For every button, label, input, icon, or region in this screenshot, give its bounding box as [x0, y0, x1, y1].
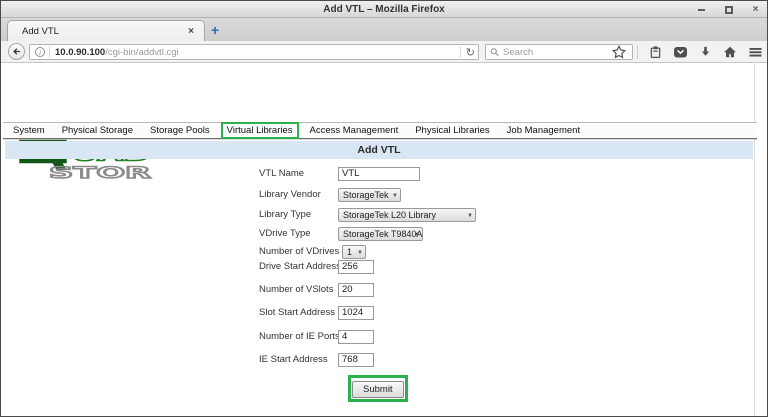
tab-strip: Add VTL × + — [1, 18, 767, 41]
logo-word-stor: STOR — [49, 163, 151, 180]
field-label: Drive Start Address — [259, 261, 341, 272]
navigation-toolbar: i 10.0.90.100 /cgi-bin/addvtl.cgi ↻ — [1, 41, 767, 63]
url-bar[interactable]: i 10.0.90.100 /cgi-bin/addvtl.cgi ↻ — [29, 44, 479, 60]
menu-item-system[interactable]: System — [13, 125, 45, 136]
form-row: Slot Start Address — [259, 305, 374, 320]
chevron-down-icon: ▼ — [392, 192, 398, 199]
field-label: Number of VDrives — [259, 246, 340, 257]
download-icon[interactable] — [699, 45, 712, 59]
library-type-select[interactable]: StorageTek L20 Library ▼ — [338, 207, 476, 222]
field-label: VTL Name — [259, 168, 305, 179]
menu-item-storage-pools[interactable]: Storage Pools — [150, 125, 210, 136]
form-row: VDrive Type StorageTek T9840A ▼ — [259, 226, 423, 241]
form-row: IE Start Address — [259, 352, 374, 367]
field-label: Number of VSlots — [259, 284, 334, 295]
form-row: Library Type StorageTek L20 Library ▼ — [259, 207, 476, 222]
back-button[interactable] — [8, 43, 25, 60]
close-icon[interactable]: × — [750, 4, 761, 15]
search-input[interactable] — [503, 46, 628, 58]
form-row: Number of IE Ports — [259, 329, 374, 344]
field-label: VDrive Type — [259, 228, 311, 239]
search-icon — [490, 48, 499, 57]
page-header: Add VTL — [5, 141, 753, 159]
url-path: /cgi-bin/addvtl.cgi — [105, 46, 179, 58]
chevron-down-icon: ▼ — [467, 212, 473, 219]
vdrive-type-select[interactable]: StorageTek T9840A ▼ — [338, 226, 423, 241]
field-label: IE Start Address — [259, 354, 328, 365]
menu-item-job-management[interactable]: Job Management — [507, 125, 580, 136]
pocket-icon[interactable] — [673, 45, 688, 59]
page-title: Add VTL — [357, 144, 401, 156]
form-row: Number of VSlots — [259, 282, 374, 297]
maximize-icon[interactable] — [723, 4, 734, 15]
window-title: Add VTL – Mozilla Firefox — [323, 3, 445, 15]
chevron-down-icon: ▼ — [357, 249, 363, 256]
form-row: VTL Name — [259, 166, 420, 181]
vtl-name-input[interactable] — [338, 166, 420, 181]
menu-item-access-management[interactable]: Access Management — [310, 125, 399, 136]
menu-hamburger-icon[interactable] — [748, 45, 763, 59]
field-label: Library Vendor — [259, 189, 321, 200]
browser-window: Add VTL – Mozilla Firefox × Add VTL × + … — [0, 0, 768, 417]
number-of-vslots-input[interactable] — [338, 282, 374, 297]
main-menu: System Physical Storage Storage Pools Vi… — [3, 122, 757, 139]
reload-button[interactable]: ↻ — [459, 45, 475, 59]
minimize-icon[interactable] — [696, 4, 707, 15]
url-host: 10.0.90.100 — [55, 46, 106, 58]
submit-button[interactable]: Submit — [352, 381, 404, 398]
menu-item-physical-storage[interactable]: Physical Storage — [62, 125, 133, 136]
scrollbar[interactable] — [754, 63, 755, 416]
ie-start-address-input[interactable] — [338, 352, 374, 367]
chevron-down-icon: ▼ — [414, 231, 420, 238]
drive-start-address-input[interactable] — [338, 259, 374, 274]
page-info-icon[interactable]: i — [35, 47, 45, 57]
page-content: UAD STOR System Physical Storage Storage… — [1, 63, 767, 416]
field-label: Library Type — [259, 209, 312, 220]
number-of-ie-ports-input[interactable] — [338, 329, 374, 344]
field-label: Number of IE Ports — [259, 331, 340, 342]
library-vendor-select[interactable]: StorageTek ▼ — [338, 187, 401, 202]
submit-highlight-box: Submit — [348, 375, 408, 402]
number-of-vdrives-select[interactable]: 1 ▼ — [342, 244, 366, 259]
menu-item-physical-libraries[interactable]: Physical Libraries — [415, 125, 489, 136]
bookmarks-menu-icon[interactable] — [649, 45, 662, 59]
new-tab-icon[interactable]: + — [211, 22, 219, 39]
menu-item-virtual-libraries[interactable]: Virtual Libraries — [220, 122, 299, 139]
tab-title: Add VTL — [22, 25, 59, 37]
back-arrow-icon — [13, 48, 21, 55]
tab-close-icon[interactable]: × — [186, 26, 196, 37]
home-icon[interactable] — [723, 45, 737, 59]
search-bar[interactable] — [485, 44, 633, 60]
tab-add-vtl[interactable]: Add VTL × — [7, 20, 205, 41]
slot-start-address-input[interactable] — [338, 305, 374, 320]
reload-icon: ↻ — [465, 46, 475, 59]
form-row: Number of VDrives 1 ▼ — [259, 244, 366, 259]
titlebar: Add VTL – Mozilla Firefox × — [1, 1, 767, 18]
field-label: Slot Start Address — [259, 307, 336, 318]
form-row: Drive Start Address — [259, 259, 374, 274]
bookmark-star-icon[interactable] — [612, 45, 626, 59]
form-row: Library Vendor StorageTek ▼ — [259, 187, 401, 202]
